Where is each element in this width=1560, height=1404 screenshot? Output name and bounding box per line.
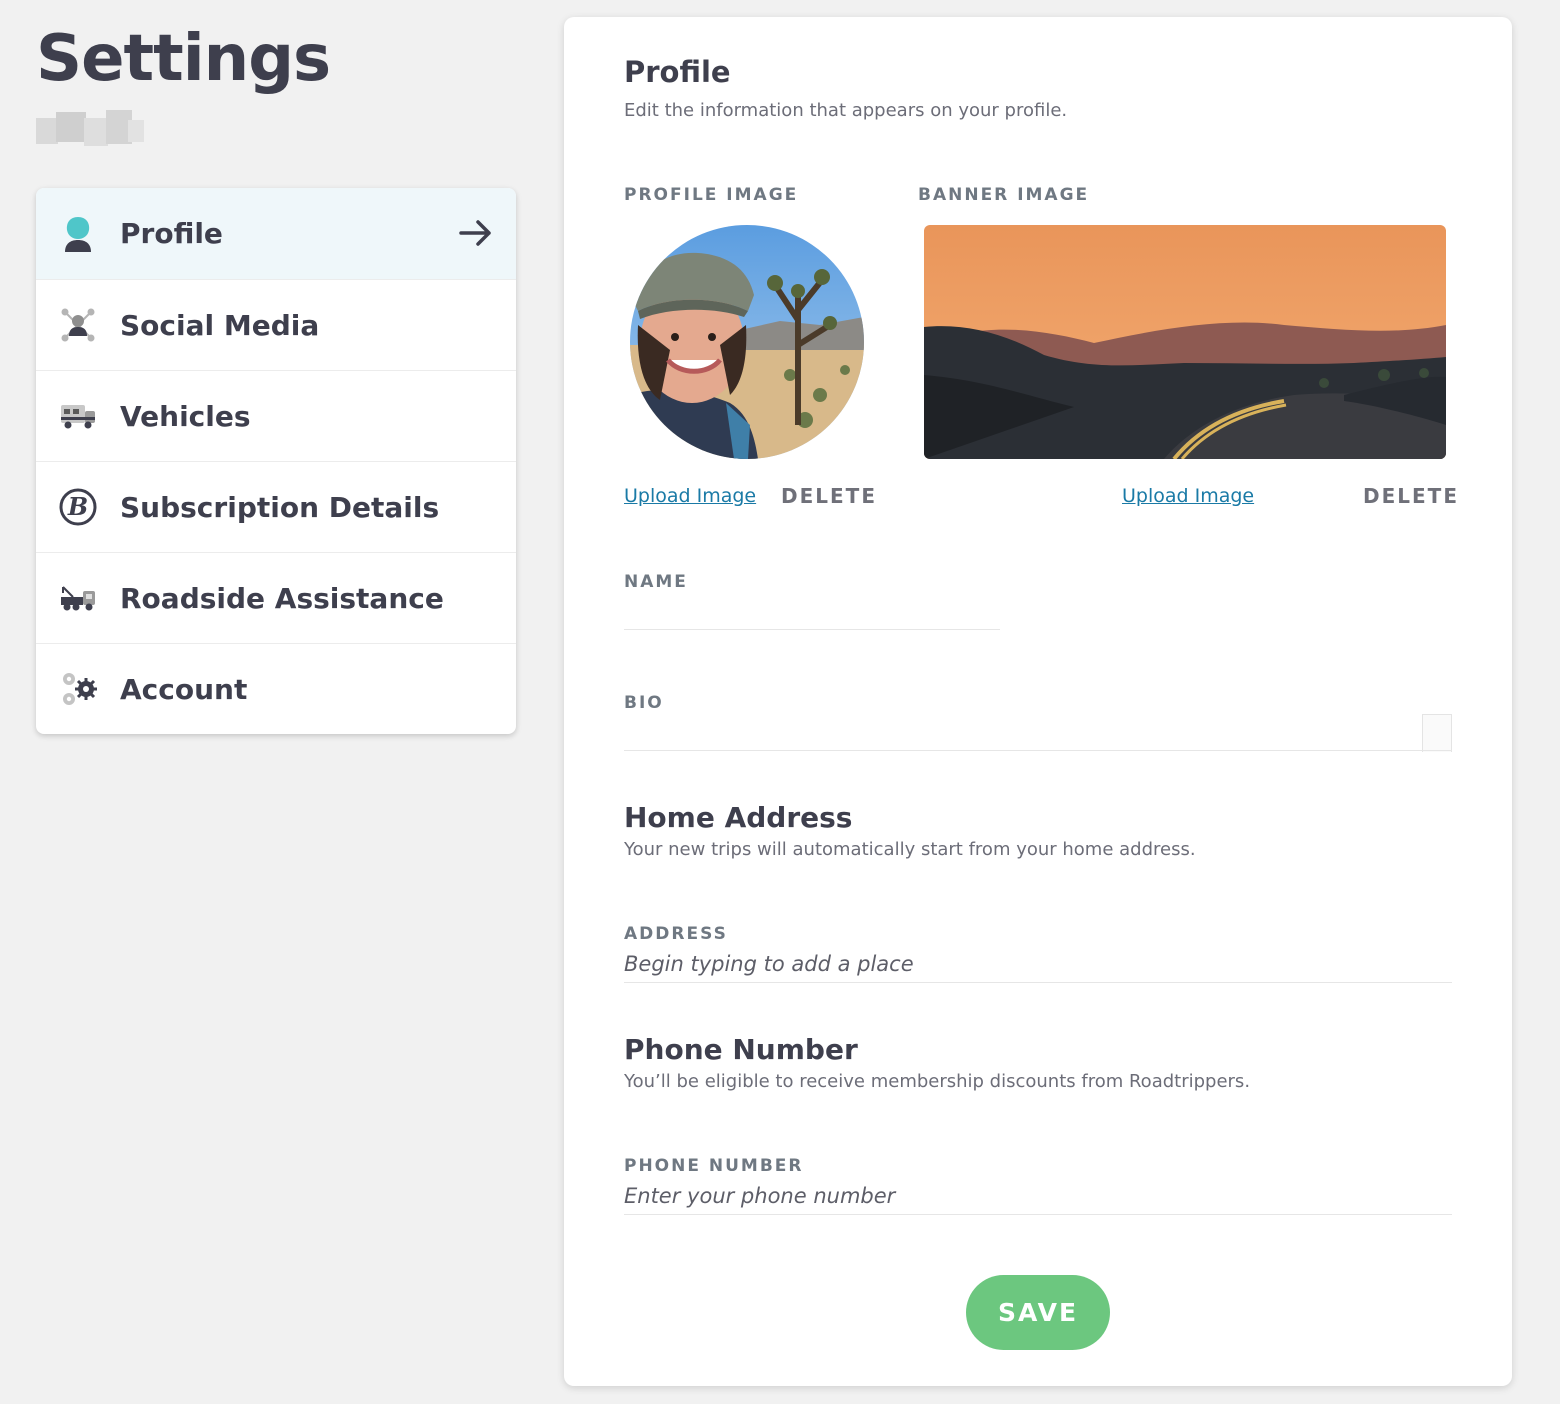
sidebar-item-label: Profile: [120, 217, 223, 250]
sidebar-item-label: Vehicles: [120, 399, 251, 433]
profile-section-title: Profile: [624, 55, 731, 89]
sidebar-item-social-media[interactable]: Social Media: [36, 279, 516, 370]
name-label: NAME: [624, 572, 688, 592]
save-button[interactable]: SAVE: [966, 1275, 1110, 1350]
bio-resize-handle[interactable]: [1422, 714, 1452, 752]
phone-number-input[interactable]: [624, 1179, 1452, 1213]
phone-number-title: Phone Number: [624, 1033, 858, 1066]
profile-section-subtitle: Edit the information that appears on you…: [624, 100, 1068, 121]
home-address-title: Home Address: [624, 801, 853, 834]
phone-number-label: PHONE NUMBER: [624, 1156, 804, 1176]
roadtrippers-b-icon: B: [58, 487, 98, 527]
address-input[interactable]: [624, 947, 1452, 981]
page-title: Settings: [36, 22, 331, 96]
sidebar-item-roadside-assistance[interactable]: Roadside Assistance: [36, 552, 516, 643]
address-input-underline: [624, 982, 1452, 983]
gears-icon: [58, 669, 98, 709]
upload-profile-image-link[interactable]: Upload Image: [624, 485, 756, 507]
phone-number-input-underline: [624, 1214, 1452, 1215]
sidebar-item-subscription-details[interactable]: B Subscription Details: [36, 461, 516, 552]
sidebar-item-label: Social Media: [120, 308, 320, 342]
sidebar-item-account[interactable]: Account: [36, 643, 516, 734]
social-network-icon: [58, 305, 98, 345]
profile-settings-card: Profile Edit the information that appear…: [564, 17, 1512, 1386]
sidebar-item-label: Roadside Assistance: [120, 581, 444, 615]
settings-sidebar: Profile Social Media Vehicles B Subscrip…: [36, 188, 516, 734]
redacted-username: [36, 110, 144, 148]
banner-image: [924, 225, 1446, 459]
bio-input-underline: [624, 750, 1452, 751]
tow-truck-icon: [58, 578, 98, 618]
phone-number-subtitle: You’ll be eligible to receive membership…: [624, 1071, 1251, 1092]
arrow-right-icon: [458, 215, 494, 251]
sidebar-item-label: Account: [120, 672, 248, 706]
delete-banner-image-button[interactable]: DELETE: [1363, 484, 1459, 508]
profile-image: [630, 225, 864, 459]
profile-icon: [58, 214, 98, 254]
delete-profile-image-button[interactable]: DELETE: [781, 484, 877, 508]
svg-text:B: B: [67, 492, 88, 521]
bio-textarea[interactable]: [624, 717, 1420, 749]
bio-label: BIO: [624, 693, 664, 713]
profile-image-label: PROFILE IMAGE: [624, 185, 799, 205]
home-address-subtitle: Your new trips will automatically start …: [624, 839, 1196, 860]
sidebar-item-vehicles[interactable]: Vehicles: [36, 370, 516, 461]
sidebar-item-profile[interactable]: Profile: [36, 188, 516, 279]
address-label: ADDRESS: [624, 924, 728, 944]
rv-icon: [58, 396, 98, 436]
name-input-underline: [624, 629, 1000, 630]
upload-banner-image-link[interactable]: Upload Image: [1122, 485, 1254, 507]
sidebar-item-label: Subscription Details: [120, 490, 440, 524]
banner-image-label: BANNER IMAGE: [918, 185, 1090, 205]
name-input[interactable]: [624, 595, 1000, 629]
